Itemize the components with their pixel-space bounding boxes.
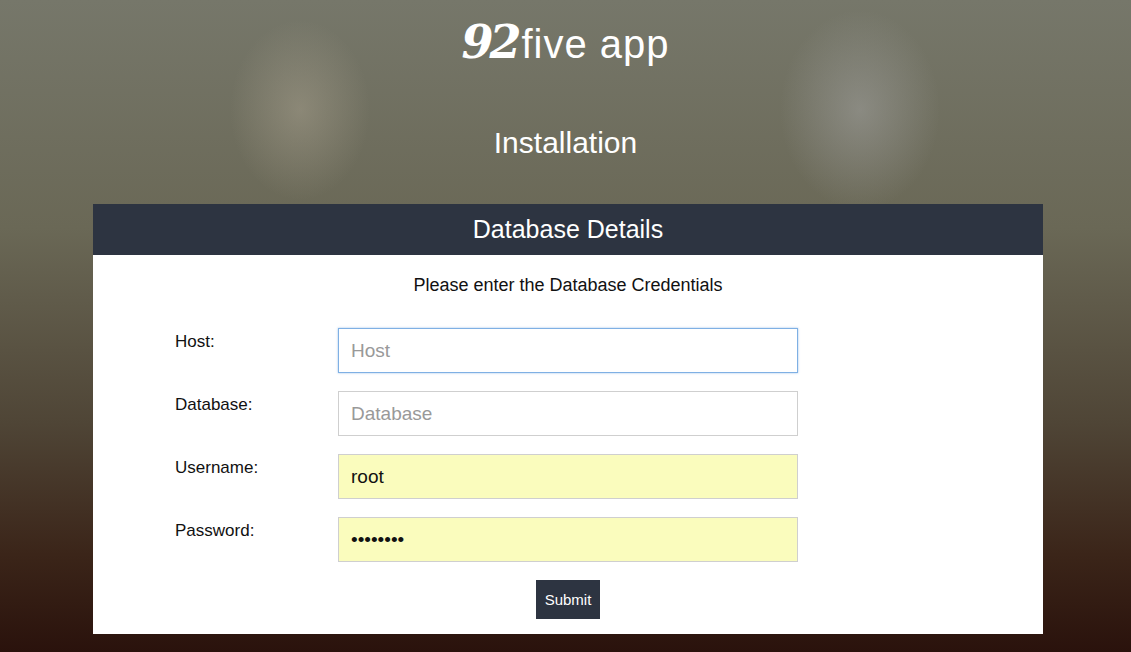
text-field[interactable] — [338, 454, 798, 499]
form-row: Password: — [93, 517, 1043, 562]
field-label: Database: — [175, 391, 338, 415]
logo-name: five app — [521, 16, 669, 72]
logo-mark: 92 — [461, 14, 517, 70]
text-field[interactable] — [338, 328, 798, 373]
form-row: Username: — [93, 454, 1043, 499]
install-page: 92five appInstallationDatabase DetailsPl… — [0, 0, 1131, 652]
database-panel: Database DetailsPlease enter the Databas… — [93, 204, 1043, 634]
app-logo: 92five app — [461, 14, 669, 70]
field-label: Password: — [175, 517, 338, 541]
panel-header: Database Details — [93, 204, 1043, 255]
form-row: Host: — [93, 328, 1043, 373]
form-row: Database: — [93, 391, 1043, 436]
credentials-form: Host: Database: Username: Password: — [93, 328, 1043, 562]
panel-body: Please enter the Database Credentials Hos… — [93, 255, 1043, 634]
panel-prompt: Please enter the Database Credentials — [413, 273, 722, 297]
field-label: Username: — [175, 454, 338, 478]
page-title: Installation — [494, 123, 637, 163]
text-field[interactable] — [338, 517, 798, 562]
field-label: Host: — [175, 328, 338, 352]
submit-button[interactable]: Submit — [536, 580, 601, 619]
text-field[interactable] — [338, 391, 798, 436]
